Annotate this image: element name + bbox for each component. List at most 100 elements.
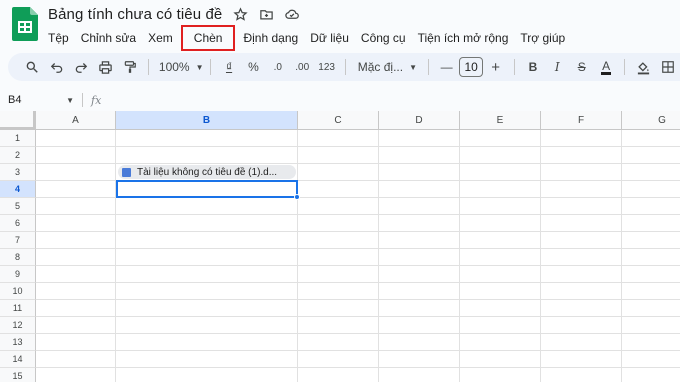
row-header-13[interactable]: 13 [0, 334, 36, 351]
menu-format[interactable]: Định dạng [237, 29, 304, 47]
menu-extensions[interactable]: Tiện ích mở rộng [412, 29, 515, 47]
font-value: Mặc đị... [357, 60, 404, 74]
row-gridline [36, 333, 680, 334]
row-gridline [36, 282, 680, 283]
toolbar-divider [344, 59, 346, 75]
row-gridline [36, 231, 680, 232]
file-smart-chip[interactable]: Tài liệu không có tiêu đề (1).d... [118, 165, 296, 179]
decrease-font-size-button[interactable]: — [434, 55, 458, 79]
row-header-2[interactable]: 2 [0, 147, 36, 164]
column-gridline [297, 130, 298, 382]
star-icon[interactable] [232, 7, 248, 23]
zoom-value: 100% [158, 60, 190, 74]
fill-handle[interactable] [294, 194, 300, 200]
row-header-8[interactable]: 8 [0, 249, 36, 266]
menu-help[interactable]: Trợ giúp [514, 29, 571, 47]
sheets-logo-icon[interactable] [12, 7, 38, 41]
row-header-10[interactable]: 10 [0, 283, 36, 300]
paint-format-icon[interactable] [118, 55, 142, 79]
menu-edit[interactable]: Chỉnh sửa [75, 29, 142, 47]
fill-color-icon[interactable] [631, 55, 655, 79]
menu-data[interactable]: Dữ liệu [304, 29, 355, 47]
selected-cell-outline[interactable] [116, 180, 298, 198]
print-icon[interactable] [93, 55, 117, 79]
menu-insert[interactable]: Chèn [180, 25, 236, 51]
row-gridline [36, 214, 680, 215]
decrease-decimal-label: .0 [273, 61, 282, 73]
toolbar-divider [209, 59, 211, 75]
column-gridline [540, 130, 541, 382]
column-header-e[interactable]: E [460, 111, 541, 130]
header: Bảng tính chưa có tiêu đề Tệp Chỉnh sửa … [0, 0, 680, 52]
increase-decimal-label: .00 [295, 61, 310, 73]
column-header-a[interactable]: A [36, 111, 116, 130]
row-header-9[interactable]: 9 [0, 266, 36, 283]
row-header-14[interactable]: 14 [0, 351, 36, 368]
name-box[interactable]: B4 ▼ [0, 94, 82, 106]
strikethrough-button[interactable]: S [570, 55, 594, 79]
row-gridline [36, 299, 680, 300]
font-size-input[interactable]: 10 [458, 57, 484, 77]
formula-divider [82, 93, 83, 107]
menu-file[interactable]: Tệp [42, 29, 75, 47]
chevron-down-icon: ▼ [66, 95, 74, 105]
redo-icon[interactable] [69, 55, 93, 79]
chevron-down-icon: ▼ [195, 62, 204, 72]
increase-font-size-button[interactable]: + [483, 55, 507, 79]
row-header-3[interactable]: 3 [0, 164, 36, 181]
fx-icon: fx [91, 93, 102, 107]
column-header-b[interactable]: B [116, 111, 298, 130]
row-header-15[interactable]: 15 [0, 368, 36, 382]
google-sheets-window: Bảng tính chưa có tiêu đề Tệp Chỉnh sửa … [0, 0, 680, 382]
menu-tools[interactable]: Công cụ [355, 29, 412, 47]
undo-icon[interactable] [44, 55, 68, 79]
row-header-4[interactable]: 4 [0, 181, 36, 198]
cloud-status-icon[interactable] [284, 7, 300, 23]
currency-format-button[interactable]: ₫ [217, 55, 241, 79]
select-all-corner[interactable] [0, 111, 36, 130]
row-header-6[interactable]: 6 [0, 215, 36, 232]
row-gridline [36, 146, 680, 147]
text-color-button[interactable]: A [594, 55, 618, 79]
column-header-f[interactable]: F [541, 111, 622, 130]
increase-decimal-button[interactable]: .00 [290, 55, 314, 79]
text-color-letter: A [601, 58, 612, 75]
row-header-5[interactable]: 5 [0, 198, 36, 215]
row-gridline [36, 367, 680, 368]
italic-button[interactable]: I [545, 55, 569, 79]
row-header-1[interactable]: 1 [0, 130, 36, 147]
docs-file-icon [122, 167, 131, 177]
row-header-7[interactable]: 7 [0, 232, 36, 249]
search-menus-icon[interactable] [20, 55, 44, 79]
document-title[interactable]: Bảng tính chưa có tiêu đề [48, 6, 222, 23]
toolbar-divider [513, 59, 515, 75]
row-header-12[interactable]: 12 [0, 317, 36, 334]
row-gridline [36, 248, 680, 249]
formula-bar: B4 ▼ fx [0, 89, 680, 111]
column-gridline [378, 130, 379, 382]
column-gridline [621, 130, 622, 382]
row-header-11[interactable]: 11 [0, 300, 36, 317]
borders-icon[interactable] [656, 55, 680, 79]
font-select[interactable]: Mặc đị... ▼ [352, 55, 422, 79]
column-header-c[interactable]: C [298, 111, 379, 130]
name-box-value: B4 [8, 94, 22, 106]
toolbar-divider [427, 59, 429, 75]
move-to-folder-icon[interactable] [258, 7, 274, 23]
row-gridline [36, 265, 680, 266]
column-header-d[interactable]: D [379, 111, 460, 130]
chip-label: Tài liệu không có tiêu đề (1).d... [137, 166, 278, 178]
column-header-g[interactable]: G [622, 111, 680, 130]
bold-button[interactable]: B [521, 55, 545, 79]
row-gridline [36, 316, 680, 317]
toolbar-divider [147, 59, 149, 75]
more-formats-button[interactable]: 123 [314, 55, 338, 79]
zoom-select[interactable]: 100% ▼ [155, 55, 204, 79]
decrease-decimal-button[interactable]: .0 [266, 55, 290, 79]
menu-view[interactable]: Xem [142, 29, 179, 47]
toolbar-divider [624, 59, 626, 75]
percent-format-button[interactable]: % [241, 55, 265, 79]
row-gridline [36, 163, 680, 164]
spreadsheet-grid[interactable]: A B C D E F G 1 2 3 4 5 6 7 8 9 10 11 12 13 14 15 Tài liệu khô… [0, 111, 680, 382]
row-gridline [36, 350, 680, 351]
